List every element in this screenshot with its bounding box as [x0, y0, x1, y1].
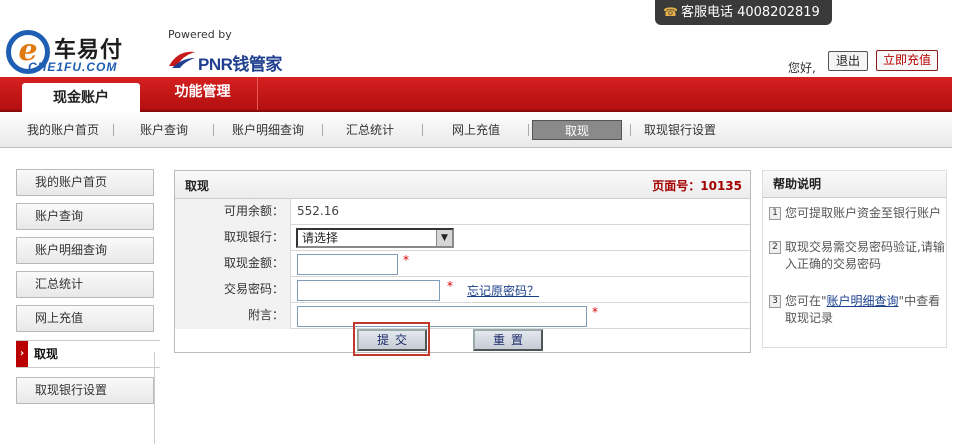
- pnr-logo: PNR钱管家: [168, 44, 330, 74]
- note-input[interactable]: [297, 306, 587, 327]
- row-password: 交易密码： * 忘记原密码？: [175, 277, 750, 303]
- amount-label: 取现金额：: [175, 251, 291, 277]
- sidebar-item-account-home[interactable]: 我的账户首页: [16, 169, 154, 196]
- help-item-text: 取现交易需交易密码验证,请输入正确的交易密码: [785, 240, 945, 271]
- help-panel: 帮助说明 1 您可提取账户资金至银行账户 2 取现交易需交易密码验证,请输入正确…: [762, 170, 947, 348]
- sidebar-item-summary[interactable]: 汇总统计: [16, 271, 154, 298]
- bank-label: 取现银行：: [175, 225, 291, 251]
- help-item: 1 您可提取账户资金至银行账户: [769, 205, 945, 222]
- help-item: 3 您可在"账户明细查询"中查看取现记录: [769, 293, 945, 327]
- row-balance: 可用余额： 552.16: [175, 199, 750, 225]
- password-label: 交易密码：: [175, 277, 291, 303]
- subnav-item-account-home[interactable]: 我的账户首页: [18, 120, 108, 140]
- sidebar-item-online-topup[interactable]: 网上充值: [16, 305, 154, 332]
- powered-by-label: Powered by: [168, 28, 232, 41]
- hotline-banner: ☎ 客服电话 4008202819: [655, 0, 832, 25]
- row-note: 附言： *: [175, 303, 750, 329]
- reset-button[interactable]: 重置: [473, 329, 543, 351]
- page-number: 页面号：10135: [652, 179, 742, 193]
- topup-button[interactable]: 立即充值: [876, 50, 938, 71]
- help-item: 2 取现交易需交易密码验证,请输入正确的交易密码: [769, 239, 945, 273]
- subnav-divider: [322, 124, 323, 136]
- tab-cash-account[interactable]: 现金账户: [22, 83, 140, 114]
- row-amount: 取现金额： *: [175, 251, 750, 277]
- subnav-item-account-detail[interactable]: 账户明细查询: [222, 120, 314, 140]
- hotline-text: 客服电话 4008202819: [680, 5, 820, 20]
- submit-button[interactable]: 提交: [357, 329, 427, 351]
- panel-header: 取现 页面号：10135: [175, 171, 750, 199]
- subnav-divider: [422, 124, 423, 136]
- help-title: 帮助说明: [763, 171, 946, 198]
- greeting-text: 您好,: [788, 61, 816, 75]
- withdraw-form-panel: 取现 页面号：10135 可用余额： 552.16 取现银行： 请选择 ▼ 取现…: [174, 170, 751, 356]
- subnav-divider: [213, 124, 214, 136]
- logo-brand-en: CHE1FU.COM: [28, 60, 118, 74]
- bank-select-value: 请选择: [302, 231, 339, 245]
- subnav-item-summary[interactable]: 汇总统计: [334, 120, 406, 140]
- sidebar-item-label: 取现: [34, 347, 59, 361]
- help-item-text: 您可提取账户资金至银行账户: [785, 206, 942, 220]
- password-input[interactable]: [297, 280, 440, 301]
- sidebar-item-withdraw[interactable]: › 取现: [16, 340, 160, 368]
- tab-function-management[interactable]: 功能管理: [148, 77, 258, 110]
- number-2-icon: 2: [769, 241, 781, 254]
- active-chevron-icon: ›: [16, 341, 28, 367]
- bank-select[interactable]: 请选择 ▼: [296, 228, 454, 248]
- forgot-password-link[interactable]: 忘记原密码？: [467, 282, 539, 299]
- subnav-divider: [528, 124, 529, 136]
- sidebar-item-bank-settings[interactable]: 取现银行设置: [16, 377, 154, 404]
- subnav-divider: [630, 124, 631, 136]
- sidebar-divider: [154, 352, 155, 444]
- balance-label: 可用余额：: [175, 199, 291, 225]
- number-3-icon: 3: [769, 295, 781, 308]
- subnav-divider: [113, 124, 114, 136]
- sidebar-item-account-detail[interactable]: 账户明细查询: [16, 237, 154, 264]
- subnav-item-bank-settings[interactable]: 取现银行设置: [638, 120, 722, 140]
- dropdown-arrow-icon[interactable]: ▼: [436, 230, 452, 246]
- subnav-item-withdraw[interactable]: 取现: [532, 120, 622, 140]
- help-item-prefix: 您可在": [785, 294, 827, 308]
- subnav-item-online-topup[interactable]: 网上充值: [440, 120, 512, 140]
- logout-button[interactable]: 退出: [828, 51, 868, 71]
- required-mark: *: [403, 253, 409, 267]
- balance-value: 552.16: [297, 204, 339, 218]
- amount-input[interactable]: [297, 254, 398, 275]
- row-bank: 取现银行： 请选择 ▼: [175, 225, 750, 251]
- account-detail-link[interactable]: 账户明细查询: [827, 294, 899, 308]
- sidebar-item-account-query[interactable]: 账户查询: [16, 203, 154, 230]
- panel-title: 取现: [185, 179, 210, 193]
- chelfu-logo[interactable]: e 车易付 CHE1FU.COM: [6, 28, 156, 76]
- pnr-logo-text: PNR钱管家: [198, 55, 282, 74]
- main-nav: 现金账户 功能管理: [0, 77, 952, 114]
- note-label: 附言：: [175, 303, 291, 329]
- required-mark: *: [592, 305, 598, 319]
- phone-icon: ☎: [663, 5, 678, 19]
- number-1-icon: 1: [769, 207, 781, 220]
- sub-nav: 我的账户首页 账户查询 账户明细查询 汇总统计 网上充值 取现 取现银行设置: [0, 112, 952, 148]
- subnav-item-account-query[interactable]: 账户查询: [128, 120, 200, 140]
- pnr-mark-icon: [169, 51, 195, 68]
- required-mark: *: [447, 279, 453, 293]
